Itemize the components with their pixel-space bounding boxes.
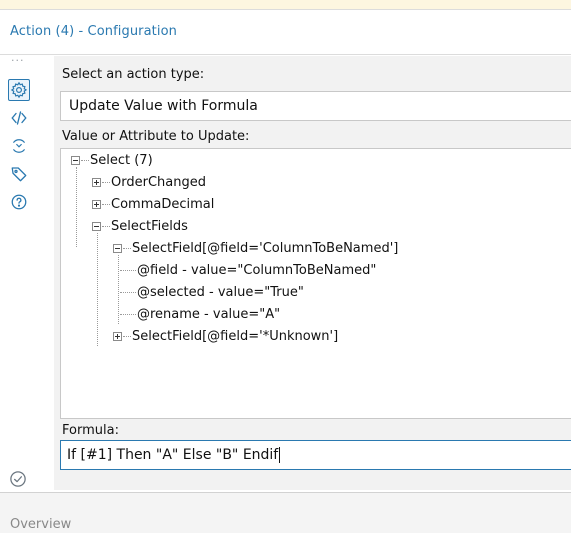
tree-node-rename-attribute[interactable]: @rename - value="A" (119, 303, 280, 325)
overview-section[interactable]: Overview (0, 492, 571, 533)
expand-icon[interactable] (92, 177, 101, 187)
tree-node-selectfields[interactable]: SelectFields (92, 215, 188, 237)
more-options-icon[interactable]: ··· (11, 55, 25, 66)
help-icon[interactable] (8, 191, 30, 213)
action-type-select[interactable]: Update Value with Formula (60, 91, 571, 121)
top-notification-strip (0, 0, 571, 9)
check-circle-icon[interactable] (9, 470, 27, 488)
panel-title: Action (4) - Configuration (10, 24, 177, 39)
tree-guide-line (97, 233, 98, 346)
collapse-icon[interactable] (71, 155, 80, 165)
config-side-rail: ··· (0, 55, 46, 490)
tag-icon[interactable] (8, 163, 30, 185)
expand-icon[interactable] (92, 199, 101, 209)
expand-icon[interactable] (113, 331, 122, 341)
tree-node-selectfield-unknown[interactable]: SelectField[@field='*Unknown'] (113, 325, 338, 347)
tree-node-commadecimal[interactable]: CommaDecimal (92, 193, 214, 215)
tree-guide-line (76, 167, 77, 247)
overview-label: Overview (10, 517, 72, 532)
tree-node-select[interactable]: Select (7) (71, 149, 153, 171)
configuration-content: Select an action type: Update Value with… (54, 56, 571, 490)
collapse-icon[interactable] (113, 243, 122, 253)
tree-node-field-attribute[interactable]: @field - value="ColumnToBeNamed" (119, 259, 376, 281)
panel-header: Action (4) - Configuration (0, 9, 571, 55)
formula-label: Formula: (62, 423, 119, 438)
value-attribute-label: Value or Attribute to Update: (62, 129, 250, 144)
formula-input[interactable]: If [#1] Then "A" Else "B" Endif (60, 440, 571, 470)
action-type-label: Select an action type: (62, 67, 205, 82)
connection-icon[interactable] (8, 135, 30, 157)
tree-node-selectfield-columntobenamed[interactable]: SelectField[@field='ColumnToBeNamed'] (113, 237, 398, 259)
gear-icon[interactable] (8, 79, 30, 101)
text-caret (279, 447, 281, 463)
collapse-icon[interactable] (92, 221, 101, 231)
tree-node-orderchanged[interactable]: OrderChanged (92, 171, 206, 193)
code-icon[interactable] (8, 107, 30, 129)
xml-tree-view[interactable]: Select (7) OrderChanged CommaDecimal Sel… (60, 148, 571, 419)
tree-node-selected-attribute[interactable]: @selected - value="True" (119, 281, 304, 303)
